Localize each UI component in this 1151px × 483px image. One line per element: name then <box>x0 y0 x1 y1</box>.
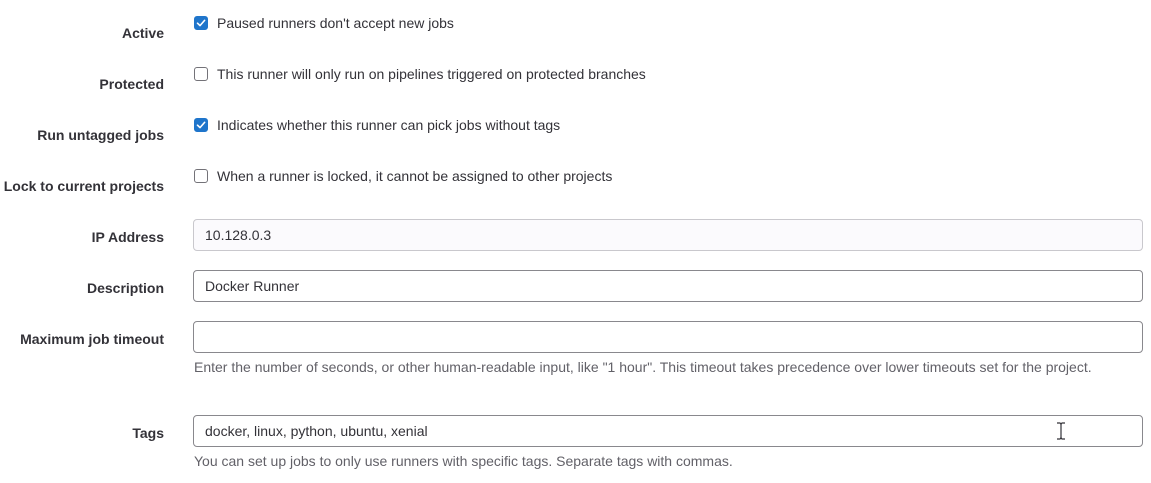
protected-checkbox-row[interactable]: This runner will only run on pipelines t… <box>194 64 646 84</box>
run-untagged-label: Run untagged jobs <box>37 127 164 143</box>
description-field[interactable] <box>193 270 1143 302</box>
tags-label: Tags <box>132 425 164 441</box>
active-checkbox[interactable] <box>194 16 208 30</box>
text-cursor-icon <box>1057 422 1065 440</box>
max-timeout-field[interactable] <box>193 321 1143 353</box>
protected-checkbox[interactable] <box>194 67 208 81</box>
locked-description: When a runner is locked, it cannot be as… <box>217 168 613 184</box>
checkmark-icon <box>196 19 206 27</box>
checkmark-icon <box>196 121 206 129</box>
max-timeout-help: Enter the number of seconds, or other hu… <box>194 359 1092 375</box>
max-timeout-label: Maximum job timeout <box>20 331 164 347</box>
ip-address-label: IP Address <box>91 229 164 245</box>
locked-label: Lock to current projects <box>3 178 164 194</box>
run-untagged-checkbox[interactable] <box>194 118 208 132</box>
active-description: Paused runners don't accept new jobs <box>217 15 454 31</box>
run-untagged-description: Indicates whether this runner can pick j… <box>217 117 561 133</box>
locked-checkbox-row[interactable]: When a runner is locked, it cannot be as… <box>194 166 612 186</box>
protected-description: This runner will only run on pipelines t… <box>217 66 646 82</box>
protected-label: Protected <box>99 76 164 92</box>
locked-checkbox[interactable] <box>194 169 208 183</box>
tags-field[interactable] <box>193 415 1143 447</box>
ip-address-field[interactable] <box>193 219 1143 251</box>
active-label: Active <box>121 25 164 41</box>
active-checkbox-row[interactable]: Paused runners don't accept new jobs <box>194 13 454 33</box>
tags-help: You can set up jobs to only use runners … <box>194 453 733 469</box>
run-untagged-checkbox-row[interactable]: Indicates whether this runner can pick j… <box>194 115 560 135</box>
description-label: Description <box>86 280 164 296</box>
